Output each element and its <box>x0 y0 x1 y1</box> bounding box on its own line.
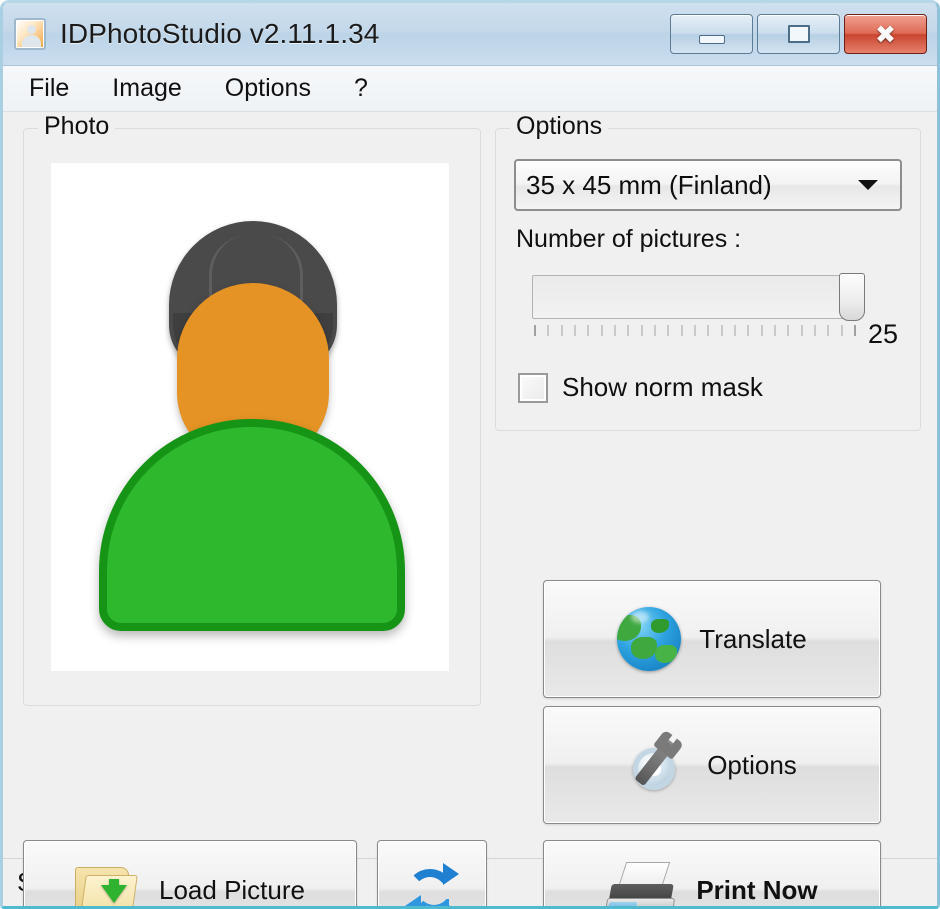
close-icon: ✖ <box>875 19 896 49</box>
photo-format-select[interactable]: 35 x 45 mm (Finland) <box>514 159 902 211</box>
show-norm-mask-label: Show norm mask <box>562 372 763 402</box>
options-button-label: Options <box>707 749 797 780</box>
title-bar[interactable]: IDPhotoStudio v2.11.1.34 ✖ <box>3 3 937 66</box>
maximize-button[interactable] <box>757 14 840 54</box>
show-norm-mask-row[interactable]: Show norm mask <box>518 372 763 403</box>
photo-group-box: Photo <box>23 114 481 706</box>
open-folder-icon <box>75 861 141 906</box>
options-group-title: Options <box>510 114 609 139</box>
print-now-button-label: Print Now <box>696 874 818 905</box>
menu-item-options[interactable]: Options <box>221 72 315 105</box>
photo-format-value: 35 x 45 mm (Finland) <box>526 169 772 200</box>
app-icon[interactable] <box>14 18 46 50</box>
main-content: Photo Options 35 x 45 mm (Finland) Numbe… <box>3 112 937 906</box>
photo-preview-canvas[interactable] <box>51 163 449 671</box>
menu-bar: File Image Options ? <box>3 66 937 112</box>
application-window: IDPhotoStudio v2.11.1.34 ✖ File Image Op… <box>0 0 940 909</box>
number-of-pictures-slider[interactable] <box>532 273 865 321</box>
photo-group-title: Photo <box>38 114 116 139</box>
load-picture-button[interactable]: Load Picture <box>23 840 357 906</box>
avatar-shirt <box>99 419 405 631</box>
globe-icon <box>617 607 682 671</box>
window-controls: ✖ <box>670 14 931 54</box>
show-norm-mask-checkbox[interactable] <box>518 372 548 403</box>
gear-wrench-icon <box>627 734 689 796</box>
minimize-icon <box>698 34 725 44</box>
chevron-down-icon[interactable] <box>858 180 878 190</box>
print-now-button[interactable]: Print Now <box>543 840 881 906</box>
translate-button[interactable]: Translate <box>543 580 881 698</box>
minimize-button[interactable] <box>670 14 753 54</box>
menu-item-image[interactable]: Image <box>108 72 185 105</box>
number-of-pictures-label: Number of pictures : <box>516 225 742 253</box>
refresh-button[interactable] <box>377 840 487 906</box>
maximize-icon <box>787 25 810 43</box>
slider-thumb[interactable] <box>839 273 865 321</box>
close-button[interactable]: ✖ <box>844 14 927 54</box>
options-button[interactable]: Options <box>543 706 881 824</box>
window-title: IDPhotoStudio v2.11.1.34 <box>60 18 380 49</box>
person-avatar-icon <box>93 221 411 641</box>
options-group-box: Options 35 x 45 mm (Finland) Number of p… <box>495 114 921 431</box>
refresh-arrows-icon <box>403 861 461 906</box>
menu-item-help[interactable]: ? <box>350 72 372 105</box>
number-of-pictures-value: 25 <box>868 319 899 349</box>
translate-button-label: Translate <box>699 623 807 654</box>
load-picture-button-label: Load Picture <box>159 874 305 905</box>
printer-icon <box>605 862 678 906</box>
menu-item-file[interactable]: File <box>25 72 73 105</box>
slider-tick-marks <box>534 325 856 339</box>
